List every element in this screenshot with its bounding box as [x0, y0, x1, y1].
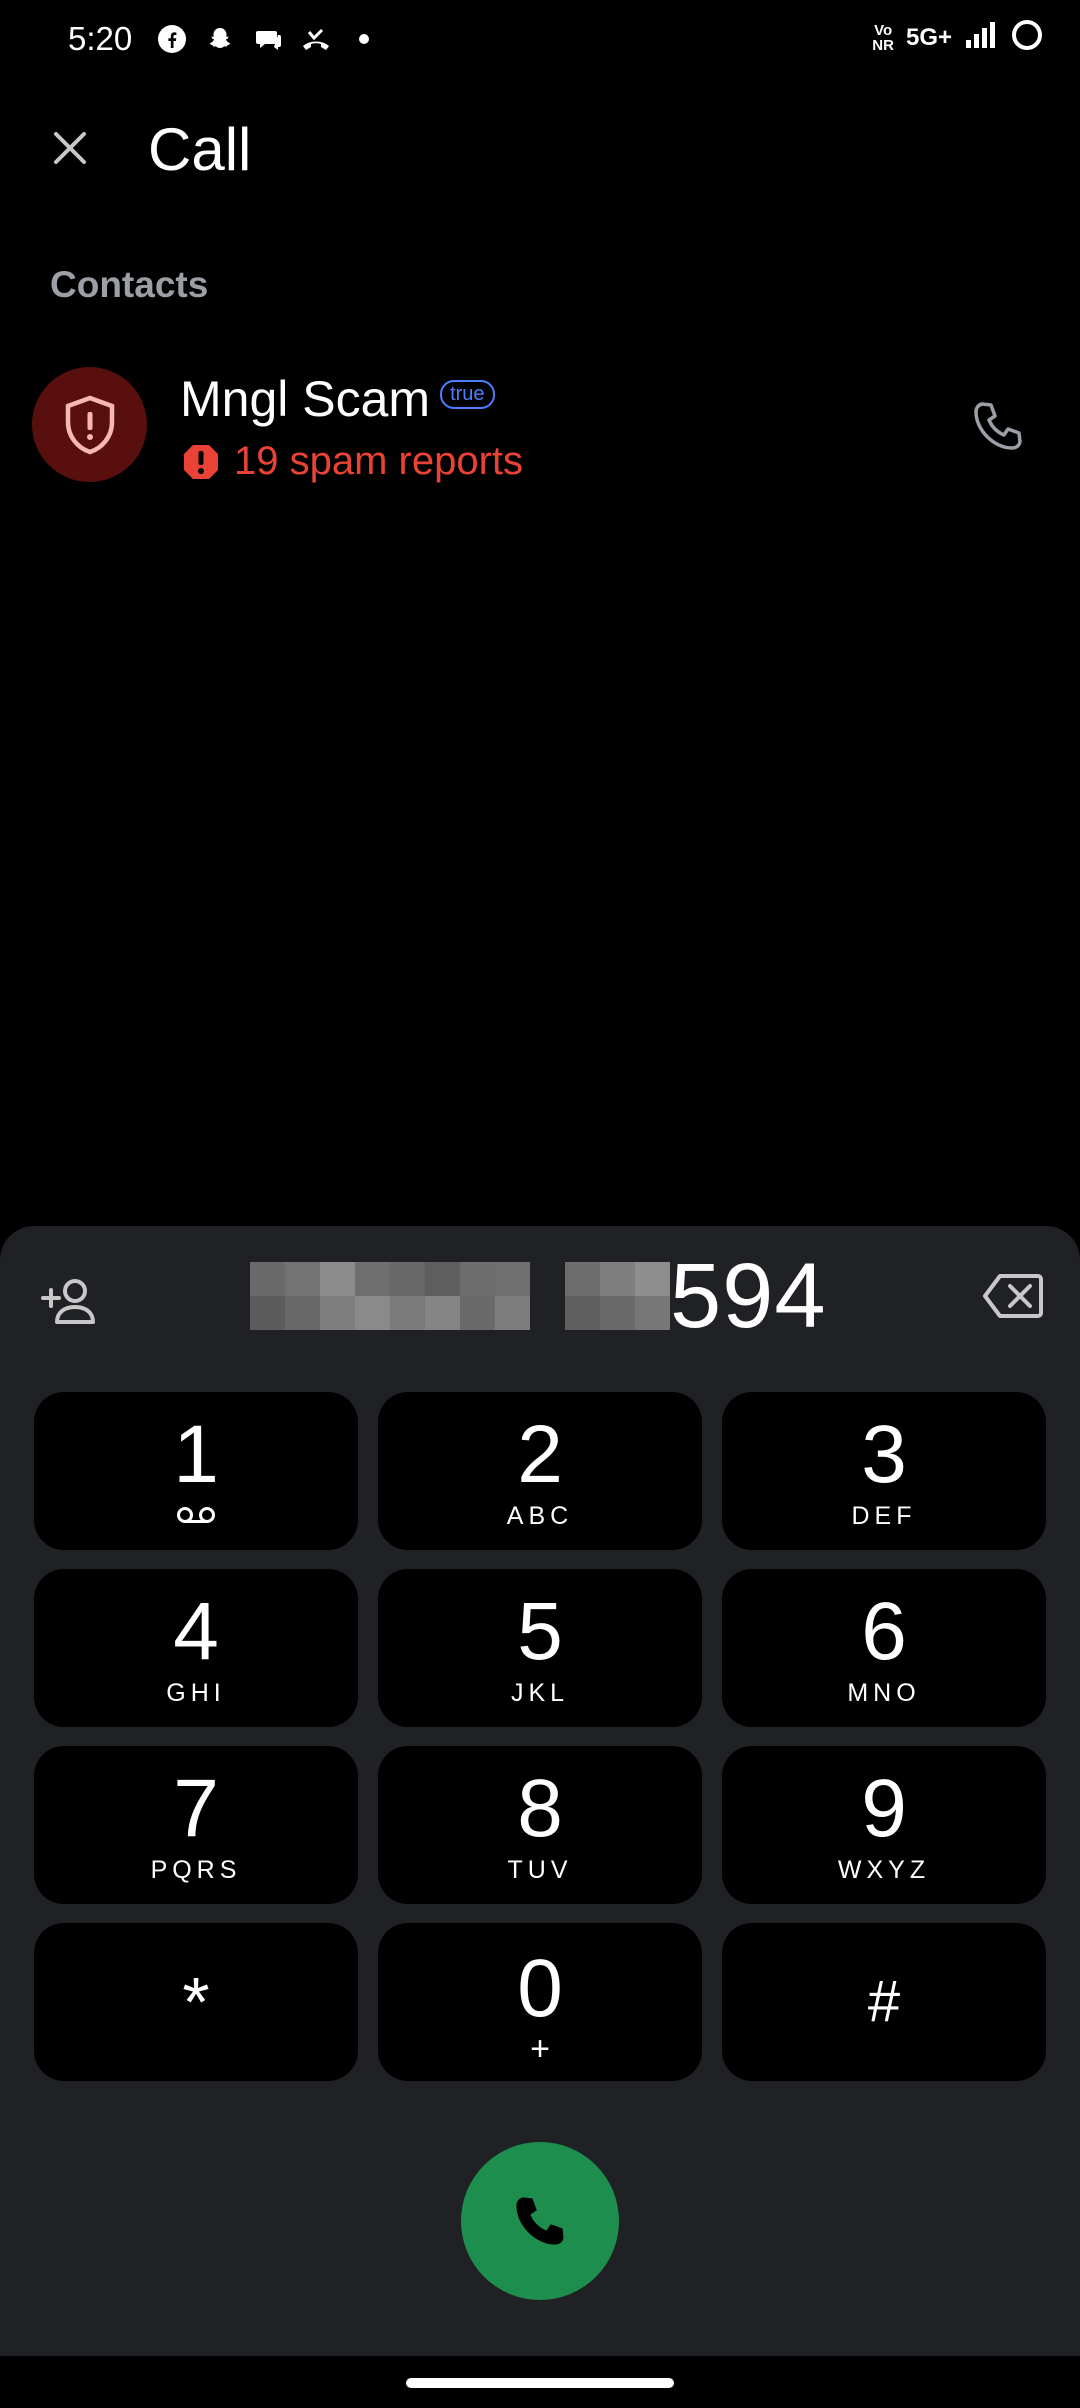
key-letters	[176, 1502, 216, 1528]
facebook-icon	[155, 22, 189, 56]
notification-icons	[155, 22, 381, 56]
add-person-icon	[41, 1279, 95, 1324]
key-digit: 6	[861, 1586, 907, 1677]
snapchat-icon	[203, 22, 237, 56]
key-letters: TUV	[507, 1856, 573, 1884]
key-digit: 8	[517, 1763, 563, 1854]
key-digit: 7	[173, 1763, 219, 1854]
close-button[interactable]	[40, 118, 100, 178]
key-digit: *	[182, 1963, 210, 2041]
vonr-top: Vo	[874, 21, 893, 39]
key-star[interactable]: *	[34, 1923, 358, 2081]
page-title: Call	[148, 116, 252, 183]
phone-icon	[516, 2197, 564, 2245]
key-hash[interactable]: #	[722, 1923, 1046, 2081]
key-digit: 3	[861, 1409, 907, 1500]
backspace-icon	[983, 1274, 1043, 1318]
key-letters: +	[530, 2030, 550, 2068]
app-header: Call	[0, 110, 1080, 190]
phone-icon	[974, 402, 1022, 450]
key-digit: #	[867, 1969, 901, 2034]
key-5[interactable]: 5 JKL	[378, 1569, 702, 1727]
key-1[interactable]: 1	[34, 1392, 358, 1550]
key-letters: GHI	[166, 1679, 226, 1707]
contact-call-button[interactable]	[966, 394, 1030, 458]
dot-icon	[347, 22, 381, 56]
avatar	[32, 367, 147, 482]
add-contact-button[interactable]	[36, 1268, 104, 1336]
spam-reports-text: 19 spam reports	[234, 439, 524, 483]
alert-octagon-icon	[184, 444, 218, 479]
missed-call-icon	[299, 22, 333, 56]
chat-icon	[251, 22, 285, 56]
keypad: 1 2 ABC 3 DEF 4 GHI 5 JKL 6 MNO 7 PQRS 8…	[34, 1392, 1046, 2081]
key-0[interactable]: 0 +	[378, 1923, 702, 2081]
call-button[interactable]	[461, 2142, 619, 2300]
key-digit: 2	[517, 1409, 563, 1500]
key-letters: DEF	[851, 1502, 917, 1530]
vonr-bottom: NR	[872, 36, 894, 54]
redacted-digits-2	[565, 1262, 670, 1330]
spam-info: 19 spam reports	[182, 439, 523, 484]
key-9[interactable]: 9 WXYZ	[722, 1746, 1046, 1904]
key-digit: 1	[173, 1409, 219, 1500]
key-digit: 5	[517, 1586, 563, 1677]
key-letters: WXYZ	[837, 1856, 931, 1884]
battery-ring-icon	[1010, 18, 1044, 57]
key-digit: 4	[173, 1586, 219, 1677]
shield-alert-icon	[65, 395, 114, 454]
close-icon	[54, 132, 86, 164]
contact-item[interactable]: Mngl Scam true 19 spam reports	[0, 362, 1080, 492]
backspace-button[interactable]	[978, 1266, 1048, 1326]
key-2[interactable]: 2 ABC	[378, 1392, 702, 1550]
contact-name-wrap: Mngl Scam true	[180, 370, 495, 428]
key-7[interactable]: 7 PQRS	[34, 1746, 358, 1904]
home-indicator[interactable]	[406, 2378, 674, 2388]
key-3[interactable]: 3 DEF	[722, 1392, 1046, 1550]
dialed-number-text: 594	[670, 1244, 827, 1347]
voicemail-icon	[177, 1507, 215, 1523]
key-8[interactable]: 8 TUV	[378, 1746, 702, 1904]
key-6[interactable]: 6 MNO	[722, 1569, 1046, 1727]
key-letters: ABC	[506, 1502, 574, 1530]
redacted-digits	[250, 1262, 530, 1330]
key-4[interactable]: 4 GHI	[34, 1569, 358, 1727]
status-bar: 5:20 Vo NR 5G+	[0, 0, 1080, 80]
network-type: 5G+	[905, 23, 952, 51]
key-letters: PQRS	[150, 1856, 242, 1884]
contact-name: Mngl Scam	[180, 371, 431, 427]
verified-badge: true	[440, 379, 495, 409]
dialer-screen: 5:20 Vo NR 5G+ Call Contacts Mngl Scam t…	[0, 0, 1080, 2408]
key-letters: JKL	[510, 1679, 570, 1707]
key-digit: 9	[861, 1763, 907, 1854]
navigation-bar	[0, 2356, 1080, 2408]
status-time: 5:20	[68, 20, 133, 57]
status-right: Vo NR 5G+	[872, 18, 1044, 57]
dialed-number-display[interactable]: 594	[250, 1244, 827, 1347]
signal-icon	[964, 20, 998, 55]
key-letters: MNO	[847, 1679, 921, 1707]
contacts-section-label: Contacts	[50, 264, 209, 305]
dialpad-sheet: 594 1 2 ABC 3 DEF 4 GHI 5 JKL 6 MNO 7 PQ…	[0, 1226, 1080, 2356]
key-digit: 0	[517, 1943, 563, 2034]
vonr-indicator: Vo NR	[872, 23, 894, 53]
